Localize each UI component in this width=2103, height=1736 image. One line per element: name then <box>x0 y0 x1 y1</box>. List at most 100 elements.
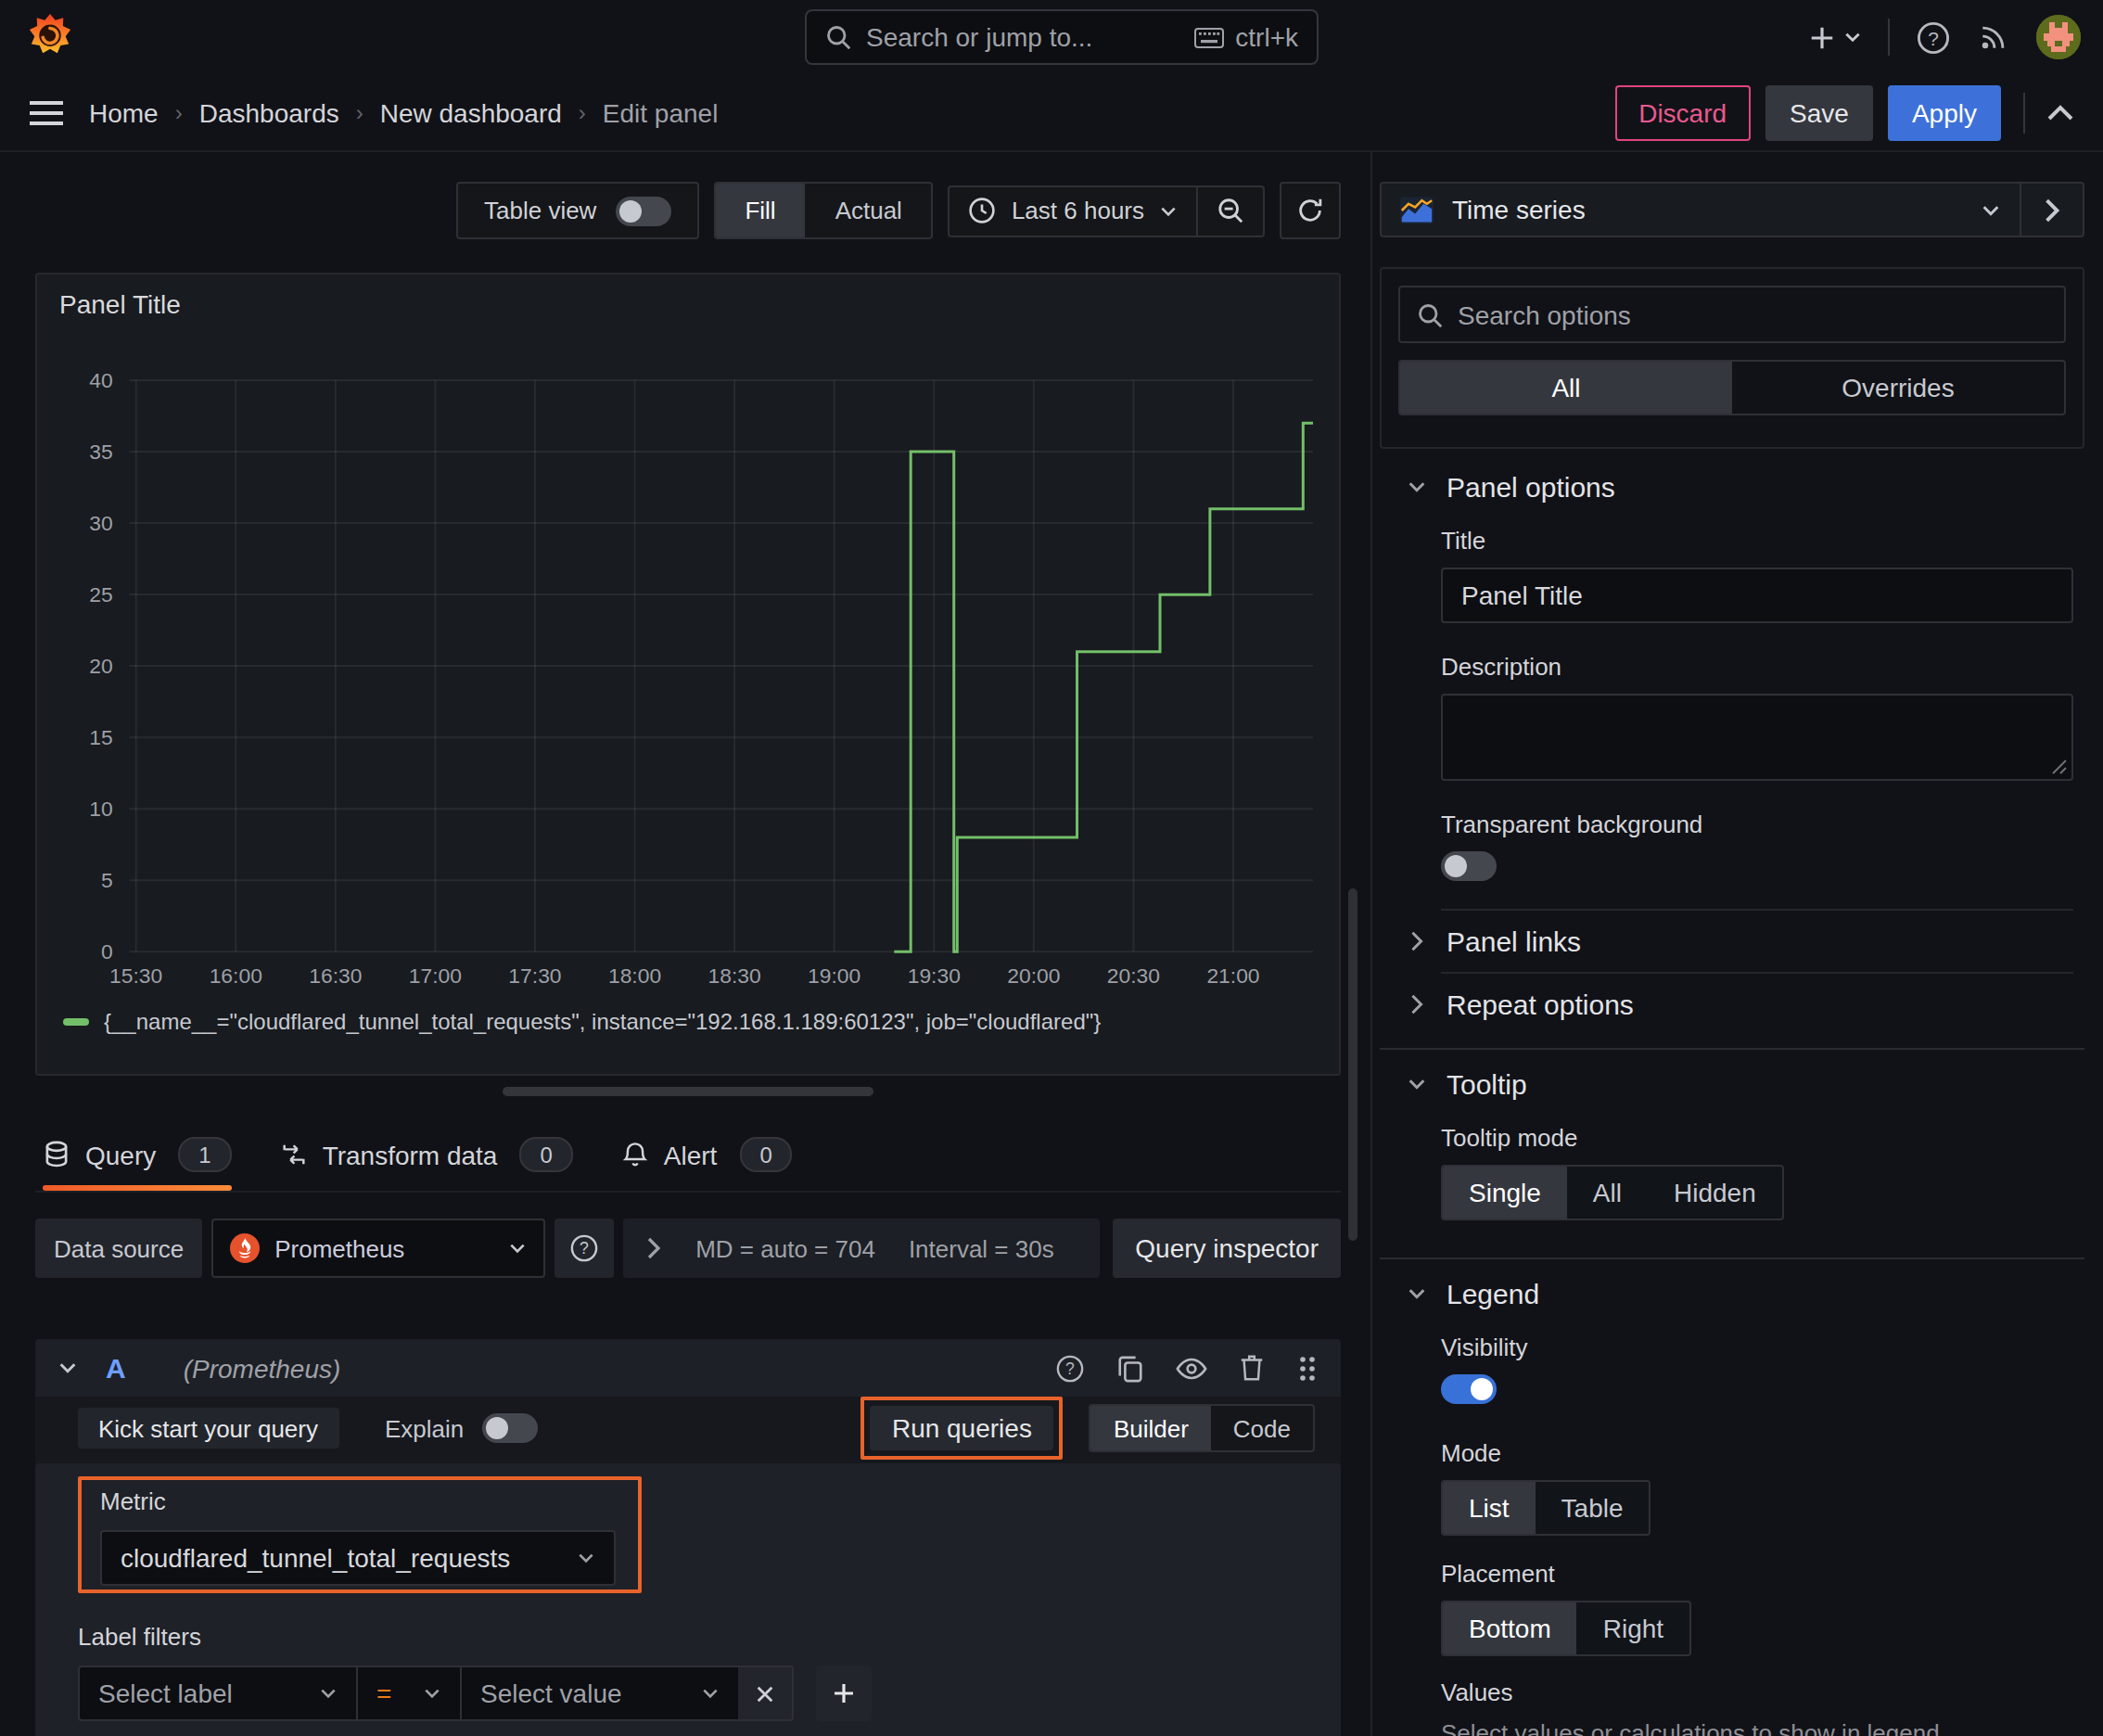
transparent-bg-toggle[interactable] <box>1441 851 1497 881</box>
help-button[interactable]: ? <box>1916 19 1951 55</box>
fill-option[interactable]: Fill <box>715 184 805 237</box>
chevron-right-icon <box>645 1237 662 1259</box>
remove-filter-button[interactable] <box>738 1666 794 1721</box>
news-button[interactable] <box>1977 20 2010 54</box>
tooltip-hidden-option[interactable]: Hidden <box>1648 1167 1782 1219</box>
builder-option[interactable]: Builder <box>1091 1406 1211 1450</box>
options-sections: Panel options Title Panel Title Descript… <box>1380 453 2084 1736</box>
legend-series-color[interactable] <box>63 1018 89 1026</box>
breadcrumb-new-dashboard[interactable]: New dashboard <box>380 97 562 127</box>
code-option[interactable]: Code <box>1211 1406 1313 1450</box>
tooltip-all-option[interactable]: All <box>1567 1167 1648 1219</box>
svg-text:20:00: 20:00 <box>1007 964 1060 988</box>
tab-query[interactable]: Query 1 <box>43 1118 232 1191</box>
tab-overrides[interactable]: Overrides <box>1732 362 2064 414</box>
drag-handle-icon[interactable] <box>1296 1353 1319 1383</box>
table-view-label: Table view <box>484 197 596 224</box>
visualization-name: Time series <box>1452 195 1962 224</box>
kick-start-button[interactable]: Kick start your query <box>78 1408 338 1449</box>
panel-title-input[interactable]: Panel Title <box>1441 568 2073 623</box>
options-sidebar: Time series Search options All Overrides <box>1370 152 2103 1736</box>
select-label-dropdown[interactable]: Select label <box>78 1666 356 1721</box>
svg-text:?: ? <box>1928 27 1939 48</box>
svg-text:19:00: 19:00 <box>808 964 860 988</box>
chevron-down-icon <box>577 1549 595 1567</box>
svg-text:15: 15 <box>89 725 112 749</box>
chevron-down-icon <box>1406 476 1428 496</box>
query-row-header[interactable]: A (Prometheus) ? <box>35 1339 1341 1397</box>
datasource-picker[interactable]: Prometheus <box>211 1219 545 1278</box>
tooltip-section-header[interactable]: Tooltip <box>1380 1050 2084 1117</box>
breadcrumb-home[interactable]: Home <box>89 97 159 127</box>
panel-links-section-header[interactable]: Panel links <box>1380 911 2084 972</box>
duplicate-icon[interactable] <box>1116 1353 1144 1383</box>
select-value-dropdown[interactable]: Select value <box>460 1666 738 1721</box>
actual-option[interactable]: Actual <box>806 184 932 237</box>
legend-section-header[interactable]: Legend <box>1380 1259 2084 1326</box>
query-row-actions: ? <box>1055 1353 1319 1383</box>
legend-list-option[interactable]: List <box>1443 1482 1536 1534</box>
panel-toolbar: Table view Fill Actual Last 6 hours <box>35 182 1341 239</box>
query-inspector-button[interactable]: Query inspector <box>1113 1219 1341 1278</box>
legend-body: Visibility Mode List Table Placement Bot… <box>1380 1334 2084 1736</box>
placement-bottom-option[interactable]: Bottom <box>1443 1602 1577 1654</box>
apply-button[interactable]: Apply <box>1888 84 2001 140</box>
add-button[interactable] <box>1808 23 1862 51</box>
save-button[interactable]: Save <box>1765 84 1873 140</box>
operator-dropdown[interactable]: = <box>356 1666 460 1721</box>
scrollbar-thumb[interactable] <box>1348 888 1357 1241</box>
panel-options-section-header[interactable]: Panel options <box>1380 453 2084 519</box>
tab-transform[interactable]: Transform data 0 <box>280 1118 573 1191</box>
tooltip-single-option[interactable]: Single <box>1443 1167 1567 1219</box>
toggle-viz-suggestions-button[interactable] <box>2021 182 2084 237</box>
chevron-right-icon <box>2044 198 2060 222</box>
collapse-button[interactable] <box>2047 104 2073 121</box>
add-filter-button[interactable] <box>816 1666 872 1721</box>
description-textarea[interactable] <box>1441 694 2073 781</box>
avatar[interactable] <box>2036 15 2081 59</box>
refresh-button[interactable] <box>1280 182 1341 239</box>
discard-button[interactable]: Discard <box>1614 84 1751 140</box>
breadcrumb-dashboards[interactable]: Dashboards <box>199 97 339 127</box>
breadcrumb: Home › Dashboards › New dashboard › Edit… <box>89 97 718 127</box>
trash-icon[interactable] <box>1239 1354 1265 1382</box>
editor-tabs: Query 1 Transform data 0 Alert 0 <box>35 1118 1341 1193</box>
grafana-logo-icon[interactable] <box>26 13 74 61</box>
help-icon[interactable]: ? <box>1055 1353 1085 1383</box>
title-label: Title <box>1441 527 2073 555</box>
repeat-options-section-header[interactable]: Repeat options <box>1380 974 2084 1035</box>
svg-text:0: 0 <box>101 939 113 964</box>
legend-table-option[interactable]: Table <box>1536 1482 1650 1534</box>
legend-series-label[interactable]: {__name__="cloudflared_tunnel_total_requ… <box>104 1009 1101 1035</box>
legend-visibility-toggle[interactable] <box>1441 1374 1497 1404</box>
placement-segment: Bottom Right <box>1441 1601 1691 1656</box>
time-range-picker[interactable]: Last 6 hours <box>950 186 1196 235</box>
hamburger-icon <box>30 99 63 125</box>
svg-text:17:00: 17:00 <box>409 964 462 988</box>
prometheus-icon <box>230 1233 260 1263</box>
explain-toggle[interactable] <box>482 1413 538 1443</box>
datasource-help-button[interactable]: ? <box>554 1219 614 1278</box>
panel-title[interactable]: Panel Title <box>59 289 1317 319</box>
tab-transform-count: 0 <box>519 1137 572 1172</box>
top-nav-actions: ? <box>1808 15 2081 59</box>
options-search-input[interactable]: Search options <box>1398 286 2066 343</box>
metric-value: cloudflared_tunnel_total_requests <box>121 1543 510 1573</box>
menu-toggle-button[interactable] <box>30 99 63 125</box>
zoom-out-button[interactable] <box>1198 186 1263 235</box>
visualization-picker[interactable]: Time series <box>1380 182 2021 237</box>
metric-select[interactable]: cloudflared_tunnel_total_requests <box>100 1530 616 1586</box>
table-view-toggle[interactable] <box>615 196 670 225</box>
refresh-icon <box>1296 197 1324 224</box>
tab-alert[interactable]: Alert 0 <box>621 1118 793 1191</box>
tab-all-options[interactable]: All <box>1400 362 1732 414</box>
placement-right-option[interactable]: Right <box>1577 1602 1689 1654</box>
zoom-out-icon <box>1217 197 1244 224</box>
global-search-input[interactable]: Search or jump to... ctrl+k <box>805 9 1319 65</box>
run-queries-button[interactable]: Run queries <box>870 1406 1054 1450</box>
datasource-label: Data source <box>35 1219 202 1278</box>
svg-text:19:30: 19:30 <box>908 964 961 988</box>
pane-resize-handle[interactable] <box>503 1087 873 1096</box>
eye-icon[interactable] <box>1176 1355 1207 1381</box>
query-options-bar[interactable]: MD = auto = 704 Interval = 30s <box>623 1219 1100 1278</box>
